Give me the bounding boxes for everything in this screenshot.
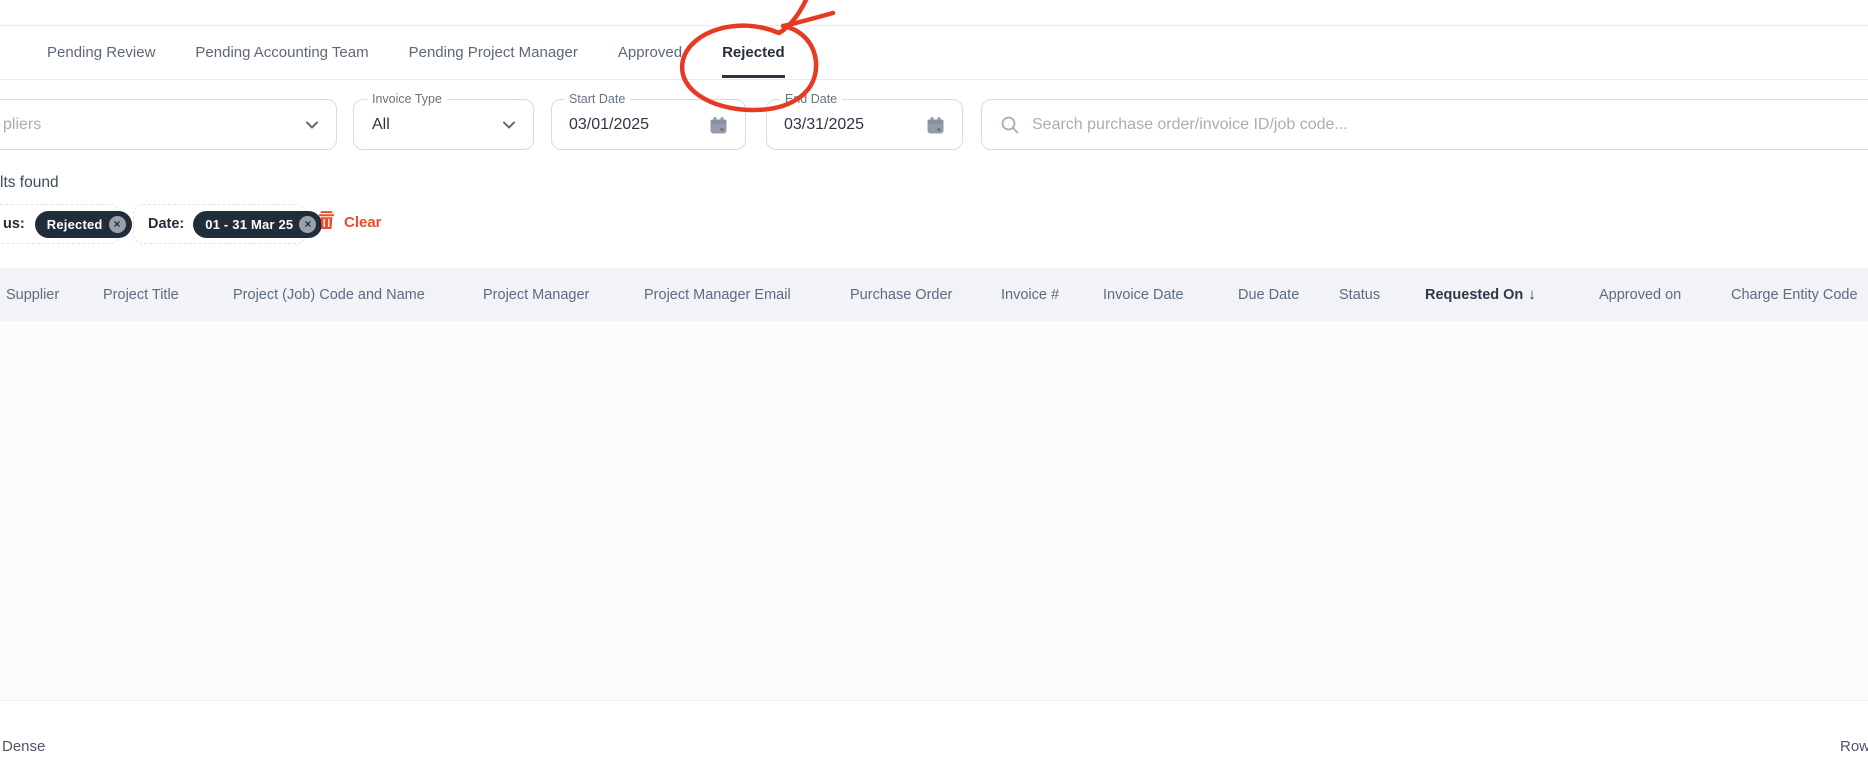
- tab-rejected[interactable]: Rejected: [722, 26, 785, 79]
- column-header-project-job-code[interactable]: Project (Job) Code and Name: [233, 268, 425, 321]
- date-filter-group: Date: 01 - 31 Mar 25 ×: [133, 204, 306, 244]
- column-header-project-manager[interactable]: Project Manager: [483, 268, 589, 321]
- table-body-empty: × × No data: [0, 321, 1868, 700]
- rows-per-page-label: Row: [1840, 738, 1868, 755]
- column-header-label: Requested On: [1425, 287, 1523, 303]
- column-header-status[interactable]: Status: [1339, 268, 1380, 321]
- column-header-charge-entity-code[interactable]: Charge Entity Code: [1731, 268, 1858, 321]
- column-header-supplier[interactable]: Supplier: [6, 268, 59, 321]
- results-count-text: lts found: [0, 174, 59, 192]
- tab-pending-review[interactable]: Pending Review: [47, 26, 155, 79]
- suppliers-select-value: pliers: [3, 116, 41, 134]
- clear-button-label: Clear: [344, 214, 382, 231]
- chevron-down-icon: [503, 116, 515, 134]
- remove-date-chip-icon[interactable]: ×: [299, 216, 316, 233]
- end-date-label: End Date: [780, 92, 842, 106]
- tab-pending-accounting-team[interactable]: Pending Accounting Team: [195, 26, 368, 79]
- status-filter-label: us:: [3, 216, 25, 232]
- search-field: [981, 99, 1868, 150]
- table-footer: Dense Row: [0, 700, 1868, 769]
- column-header-purchase-order[interactable]: Purchase Order: [850, 268, 952, 321]
- table-header-row: Supplier Project Title Project (Job) Cod…: [0, 268, 1868, 321]
- column-header-due-date[interactable]: Due Date: [1238, 268, 1299, 321]
- status-tabs: Pending Review Pending Accounting Team P…: [0, 26, 1868, 80]
- end-date-value: 03/31/2025: [784, 116, 864, 134]
- sort-desc-icon: ↓: [1528, 286, 1536, 303]
- start-date-label: Start Date: [564, 92, 630, 106]
- chip-text: 01 - 31 Mar 25: [205, 217, 293, 232]
- date-chip[interactable]: 01 - 31 Mar 25 ×: [193, 211, 322, 238]
- clear-filters-button[interactable]: Clear: [318, 210, 382, 234]
- remove-status-chip-icon[interactable]: ×: [109, 216, 126, 233]
- invoice-list-page: Pending Review Pending Accounting Team P…: [0, 0, 1868, 769]
- calendar-icon[interactable]: [926, 116, 945, 140]
- start-date-value: 03/01/2025: [569, 116, 649, 134]
- status-filter-group: us: Rejected ×: [0, 204, 120, 244]
- top-strip: [0, 0, 1868, 26]
- column-header-project-title[interactable]: Project Title: [103, 268, 179, 321]
- tab-approved[interactable]: Approved: [618, 26, 682, 79]
- column-header-requested-on[interactable]: Requested On ↓: [1425, 268, 1536, 321]
- search-input[interactable]: [1030, 115, 1734, 135]
- invoice-type-select[interactable]: Invoice Type All: [353, 99, 534, 150]
- column-header-approved-on[interactable]: Approved on: [1599, 268, 1681, 321]
- search-icon: [1000, 115, 1020, 135]
- column-header-invoice-date[interactable]: Invoice Date: [1103, 268, 1184, 321]
- invoice-type-value: All: [372, 116, 390, 134]
- chevron-down-icon: [306, 116, 318, 134]
- suppliers-select[interactable]: pliers: [0, 99, 337, 150]
- trash-icon: [318, 210, 335, 234]
- date-filter-label: Date:: [148, 216, 184, 232]
- status-chip-rejected[interactable]: Rejected ×: [35, 211, 132, 238]
- tab-pending-project-manager[interactable]: Pending Project Manager: [409, 26, 578, 79]
- column-header-invoice-number[interactable]: Invoice #: [1001, 268, 1059, 321]
- chip-text: Rejected: [47, 217, 103, 232]
- dense-toggle-label[interactable]: Dense: [2, 738, 45, 755]
- calendar-icon[interactable]: [709, 116, 728, 140]
- column-header-project-manager-email[interactable]: Project Manager Email: [644, 268, 791, 321]
- invoice-type-label: Invoice Type: [367, 92, 447, 106]
- end-date-field[interactable]: End Date 03/31/2025: [766, 99, 963, 150]
- start-date-field[interactable]: Start Date 03/01/2025: [551, 99, 746, 150]
